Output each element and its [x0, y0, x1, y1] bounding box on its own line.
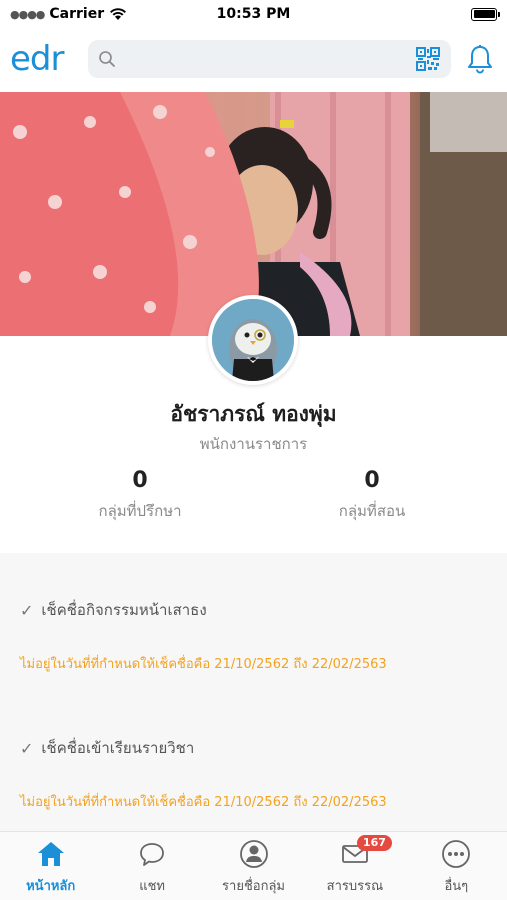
status-left: ●●●● Carrier: [10, 6, 127, 22]
app-header: edr: [0, 28, 507, 90]
stat-label: กลุ่มที่สอน: [338, 502, 406, 520]
stat-advisory-groups[interactable]: 0 กลุ่มที่ปรึกษา: [40, 468, 240, 523]
chat-icon: [136, 839, 168, 869]
mail-icon: 167: [339, 835, 392, 869]
stat-teaching-groups[interactable]: 0 กลุ่มที่สอน: [272, 468, 472, 523]
user-icon: [238, 839, 270, 869]
class-attendance-checkin[interactable]: ✓ เช็คชื่อเข้าเรียนรายวิชา: [20, 736, 194, 760]
activity-note: ไม่อยู่ในวันที่ที่กำหนดให้เช็คชื่อคือ 21…: [20, 795, 387, 810]
qr-scan-button[interactable]: [415, 46, 441, 72]
tab-label: สารบรรณ: [326, 879, 384, 894]
wifi-icon: [110, 8, 127, 20]
status-bar: ●●●● Carrier 10:53 PM: [0, 0, 507, 28]
activity-note: ไม่อยู่ในวันที่ที่กำหนดให้เช็คชื่อคือ 21…: [20, 657, 387, 672]
tab-label: อื่นๆ: [444, 879, 469, 894]
home-icon: [35, 839, 67, 869]
bell-icon: [468, 45, 492, 74]
tab-label: รายชื่อกลุ่ม: [222, 879, 285, 894]
flag-ceremony-checkin[interactable]: ✓ เช็คชื่อกิจกรรมหน้าเสาธง: [20, 598, 207, 622]
signal-icon: ●●●●: [10, 7, 45, 21]
qr-code-icon: [416, 47, 440, 71]
search-bar[interactable]: [88, 40, 451, 78]
notifications-button[interactable]: [463, 42, 497, 76]
tab-label: แชท: [139, 879, 165, 894]
edr-logo[interactable]: edr: [10, 42, 76, 76]
tab-documents[interactable]: 167 สารบรรณ: [304, 832, 405, 900]
carrier-label: Carrier: [49, 6, 105, 22]
unread-badge: 167: [356, 835, 392, 851]
check-icon: ✓: [20, 738, 34, 758]
more-icon: [440, 839, 472, 869]
attendance-section: ✓ เช็คชื่อกิจกรรมหน้าเสาธง ไม่อยู่ในวันท…: [0, 553, 507, 831]
search-icon: [99, 51, 115, 67]
tab-home[interactable]: หน้าหลัก: [0, 832, 101, 900]
avatar[interactable]: [208, 295, 298, 385]
tab-chat[interactable]: แชท: [101, 832, 202, 900]
profile-role: พนักงานราชการ: [199, 435, 308, 453]
activity-title: เช็คชื่อเข้าเรียนรายวิชา: [41, 739, 195, 757]
activity-title: เช็คชื่อกิจกรรมหน้าเสาธง: [41, 601, 207, 619]
tab-bar: หน้าหลัก แชท รายชื่อกลุ่ม 167 สารบรรณ อื…: [0, 831, 507, 900]
tab-more[interactable]: อื่นๆ: [406, 832, 507, 900]
stat-value: 0: [132, 468, 148, 493]
tab-group-list[interactable]: รายชื่อกลุ่ม: [203, 832, 304, 900]
profile-name: อัชราภรณ์ ทองพุ่ม: [170, 402, 337, 426]
check-icon: ✓: [20, 600, 34, 620]
stat-label: กลุ่มที่ปรึกษา: [98, 502, 182, 520]
battery-icon: [471, 7, 500, 21]
search-input[interactable]: [124, 40, 407, 78]
tab-label: หน้าหลัก: [26, 879, 76, 894]
stat-value: 0: [364, 468, 380, 493]
